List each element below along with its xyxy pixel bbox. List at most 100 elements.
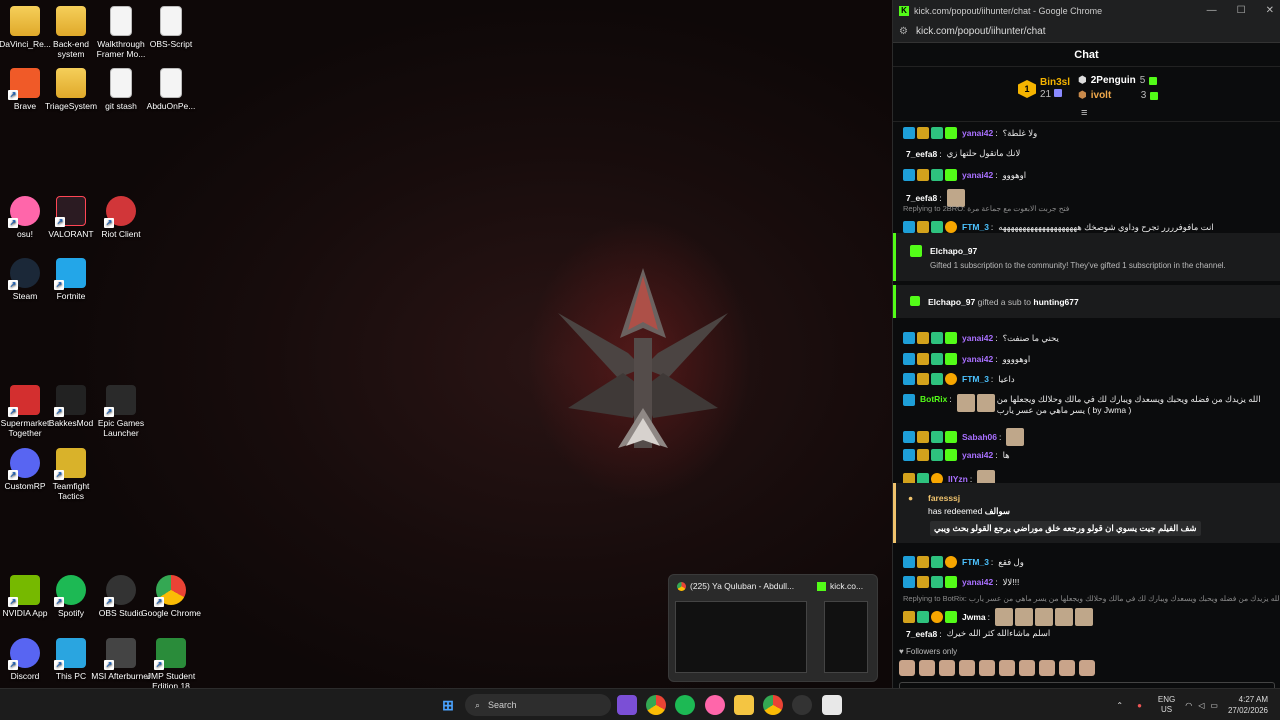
- microphone-icon[interactable]: ●: [1137, 701, 1142, 710]
- badge-icon: [931, 127, 943, 139]
- chat-username[interactable]: FTM_3: [962, 222, 989, 232]
- chat-message: FTM_3: انت مافوفرررر تجرح وداوي شوصخك ههه…: [903, 221, 1273, 233]
- window-titlebar[interactable]: K kick.com/popout/iihunter/chat - Google…: [893, 0, 1280, 21]
- chat-message: Jwma:: [903, 608, 1273, 626]
- preview-thumbnail-youtube[interactable]: [675, 601, 807, 673]
- windows-start-icon[interactable]: ⊞: [438, 695, 458, 715]
- chat-username[interactable]: FTM_3: [962, 374, 989, 384]
- preview-tab-youtube[interactable]: (225) Ya Quluban - Abdull...: [677, 581, 807, 591]
- nvidia-app-icon: [8, 575, 40, 607]
- chat-message: yanai42: يحني ما صنفت؟: [903, 332, 1273, 344]
- chat-username[interactable]: FTM_3: [962, 557, 989, 567]
- badge-icon: [917, 576, 929, 588]
- chat-username[interactable]: BotRix: [920, 394, 947, 404]
- store-icon[interactable]: [822, 695, 842, 715]
- badge-icon: [945, 221, 957, 233]
- desktop-icon-fortnite[interactable]: Fortnite: [41, 258, 101, 301]
- file-icon: [110, 68, 132, 98]
- avatar[interactable]: [919, 660, 935, 676]
- obs-icon[interactable]: [792, 695, 812, 715]
- badge-icon: [903, 576, 915, 588]
- badge-icon: [903, 373, 915, 385]
- chevron-up-icon[interactable]: ⌃: [1116, 701, 1123, 710]
- emote-icon: [1035, 608, 1053, 626]
- leaderboard-second-count: 5: [1139, 75, 1146, 86]
- chat-username[interactable]: 7_eefa8: [906, 149, 937, 159]
- chat-username[interactable]: 7_eefa8: [906, 629, 937, 639]
- steam-icon: [8, 258, 40, 290]
- badge-icon: [917, 449, 929, 461]
- chat-message: yanai42: اوهوووو: [903, 353, 1273, 365]
- badge-icon: [945, 169, 957, 181]
- osu-icon[interactable]: [705, 695, 725, 715]
- chat-username[interactable]: Sabah06: [962, 432, 997, 442]
- site-settings-icon[interactable]: ⚙: [899, 26, 908, 37]
- gift-target-name[interactable]: hunting677: [1033, 297, 1078, 307]
- chat-text: اوهوووو: [1002, 353, 1031, 364]
- avatar[interactable]: [959, 660, 975, 676]
- avatar[interactable]: [999, 660, 1015, 676]
- collapse-leaderboard-icon[interactable]: ≡: [1081, 107, 1087, 119]
- chat-username[interactable]: yanai42: [962, 354, 993, 364]
- preview-tab-kick[interactable]: kick.co...: [817, 581, 875, 591]
- badge-icon: [931, 431, 943, 443]
- chat-username[interactable]: yanai42: [962, 333, 993, 343]
- taskbar-search[interactable]: ⌕ Search: [465, 694, 611, 716]
- msi-afterburner-icon: [104, 638, 136, 670]
- spotify-icon[interactable]: [675, 695, 695, 715]
- close-icon[interactable]: ✕: [1266, 5, 1274, 16]
- avatar[interactable]: [899, 660, 915, 676]
- address-bar[interactable]: ⚙ kick.com/popout/iihunter/chat: [893, 21, 1280, 43]
- chat-username[interactable]: yanai42: [962, 128, 993, 138]
- leaderboard-third[interactable]: ⬢ ivolt 3: [1078, 90, 1159, 101]
- chrome-icon[interactable]: [646, 695, 666, 715]
- spotify-icon: [54, 575, 86, 607]
- leaderboard-first-count: 21: [1040, 89, 1052, 100]
- badge-icon: [903, 221, 915, 233]
- preview-thumbnail-kick[interactable]: [824, 601, 868, 673]
- desktop-icon-obs-script[interactable]: OBS-Script: [141, 6, 201, 49]
- leaderboard-first[interactable]: 1 Bin3sl 21: [1018, 77, 1070, 101]
- badge-icon: [945, 556, 957, 568]
- chat-username[interactable]: yanai42: [962, 577, 993, 587]
- leaderboard-second[interactable]: ⬢ 2Penguin 5: [1078, 75, 1158, 86]
- wifi-icon[interactable]: ◠: [1185, 701, 1192, 710]
- maximize-icon[interactable]: ☐: [1237, 5, 1246, 16]
- avatar[interactable]: [1039, 660, 1055, 676]
- gift-user[interactable]: Elchapo_97: [930, 246, 977, 256]
- desktop-icon-riot-client[interactable]: Riot Client: [91, 196, 151, 239]
- volume-icon[interactable]: ◁: [1198, 701, 1204, 710]
- gifter-name[interactable]: Elchapo_97: [928, 297, 975, 307]
- reward-icon: ●: [908, 493, 914, 503]
- gift-icon: [1053, 89, 1062, 97]
- avatar[interactable]: [1079, 660, 1095, 676]
- redeem-user[interactable]: faresssj: [928, 493, 960, 503]
- language-indicator[interactable]: ENG US: [1158, 695, 1175, 715]
- chat-username[interactable]: Jwma: [962, 612, 986, 622]
- avatar[interactable]: [1019, 660, 1035, 676]
- chat-messages: yanai42: ولا غلطة؟ 7_eefa8: لانك ماتقول حلت…: [893, 123, 1280, 645]
- badge-icon: [903, 332, 915, 344]
- file-explorer-icon[interactable]: [734, 695, 754, 715]
- desktop-icon-teamfight-tactics[interactable]: Teamfight Tactics: [41, 448, 101, 501]
- chat-username[interactable]: yanai42: [962, 170, 993, 180]
- chat-username[interactable]: yanai42: [962, 450, 993, 460]
- avatar[interactable]: [979, 660, 995, 676]
- chrome-active-icon[interactable]: [763, 695, 783, 715]
- battery-icon[interactable]: ▭: [1210, 701, 1218, 710]
- chat-username[interactable]: 7_eefa8: [906, 193, 937, 203]
- avatar[interactable]: [939, 660, 955, 676]
- avatar[interactable]: [1059, 660, 1075, 676]
- url-text: kick.com/popout/iihunter/chat: [915, 26, 1046, 37]
- gift-icon: [1150, 91, 1159, 100]
- badge-icon: [931, 576, 943, 588]
- visual-studio-icon[interactable]: [617, 695, 637, 715]
- desktop-icon-jmp-student-edition-18[interactable]: JMP Student Edition 18: [141, 638, 201, 691]
- minimize-icon[interactable]: —: [1207, 5, 1217, 16]
- badge-icon: [903, 556, 915, 568]
- clock[interactable]: 4:27 AM 27/02/2026: [1228, 694, 1268, 716]
- desktop-icon-google-chrome[interactable]: Google Chrome: [141, 575, 201, 618]
- desktop-icon-epic-games-launcher[interactable]: Epic Games Launcher: [91, 385, 151, 438]
- chat-message: yanai42: اوهووو: [903, 169, 1273, 181]
- desktop-icon-abduonpe[interactable]: AbduOnPe...: [141, 68, 201, 111]
